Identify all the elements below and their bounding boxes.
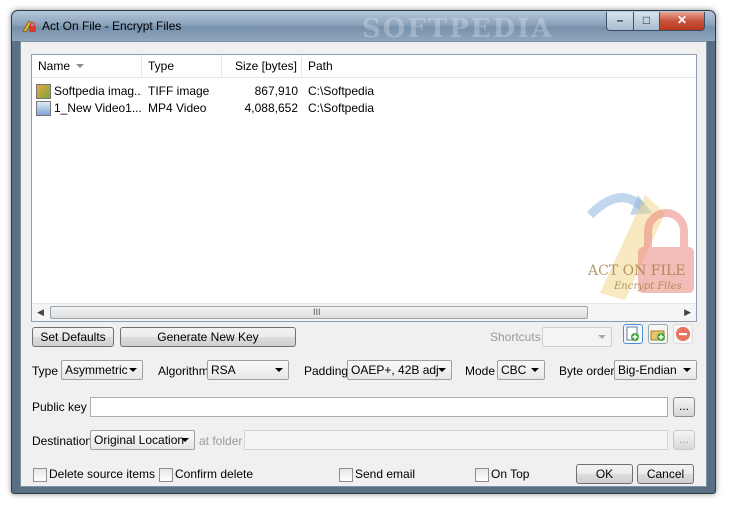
at-folder-label: at folder: [199, 434, 243, 448]
browse-folder-button[interactable]: ...: [673, 430, 695, 450]
shortcuts-label: Shortcuts: [490, 330, 541, 344]
algorithm-label: Algorithm: [158, 364, 209, 378]
add-folder-button[interactable]: [648, 324, 668, 344]
remove-button[interactable]: [673, 324, 693, 344]
chevron-down-icon: [438, 368, 446, 372]
add-files-icon: [626, 326, 639, 341]
file-list[interactable]: Name Type Size [bytes] Path Softpedia im…: [31, 54, 697, 322]
shortcuts-combo[interactable]: [542, 327, 612, 347]
scroll-right-icon[interactable]: ▶: [684, 307, 691, 318]
byte-order-select[interactable]: Big-Endian: [614, 360, 697, 380]
logo-subtitle: Encrypt Files: [613, 281, 682, 292]
close-icon: ✕: [676, 13, 688, 27]
generate-new-key-button[interactable]: Generate New Key: [120, 327, 296, 347]
checkbox-label: Confirm delete: [175, 467, 254, 481]
table-row[interactable]: 1_New Video1.... MP4 Video 4,088,652 C:\…: [32, 100, 696, 117]
add-folder-icon: [650, 330, 665, 341]
mode-value: CBC: [501, 363, 527, 377]
app-window: Act On File - Encrypt Files SOFTPEDIA – …: [11, 10, 716, 494]
column-label: Name: [38, 59, 71, 73]
checkbox-label: Send email: [355, 467, 416, 481]
video-file-icon: [36, 101, 51, 116]
chevron-down-icon: [531, 368, 539, 372]
cell-type: MP4 Video: [148, 101, 207, 115]
padding-value: OAEP+, 42B adj: [351, 363, 439, 377]
cell-type: TIFF image: [148, 84, 210, 98]
cell-name: 1_New Video1....: [54, 101, 142, 115]
add-files-button[interactable]: [623, 324, 643, 344]
column-header-type[interactable]: Type: [142, 55, 222, 77]
type-select[interactable]: Asymmetric: [61, 360, 143, 380]
type-label: Type: [32, 364, 59, 378]
checkbox-box[interactable]: [33, 468, 47, 482]
cell-size: 4,088,652: [244, 101, 298, 115]
padding-label: Padding: [304, 364, 349, 378]
table-row[interactable]: Softpedia imag... TIFF image 867,910 C:\…: [32, 83, 696, 100]
cancel-button[interactable]: Cancel: [637, 464, 694, 484]
chevron-down-icon: [598, 335, 606, 339]
checkbox-box[interactable]: [475, 468, 489, 482]
algorithm-value: RSA: [211, 363, 236, 377]
folder-input[interactable]: [244, 430, 668, 450]
cell-path: C:\Softpedia: [308, 101, 375, 115]
mode-select[interactable]: CBC: [497, 360, 545, 380]
horizontal-scrollbar[interactable]: ◀ III ▶: [32, 303, 696, 321]
byte-order-value: Big-Endian: [618, 363, 677, 377]
chevron-down-icon: [181, 438, 189, 442]
browse-key-button[interactable]: ...: [673, 397, 695, 417]
maximize-button[interactable]: □: [633, 12, 660, 31]
algorithm-select[interactable]: RSA: [207, 360, 289, 380]
tiff-file-icon: [36, 84, 51, 99]
destination-value: Original Location: [94, 433, 185, 447]
ok-button[interactable]: OK: [576, 464, 633, 484]
chevron-down-icon: [683, 368, 691, 372]
minimize-icon: –: [616, 13, 624, 27]
dialog-body: Name Type Size [bytes] Path Softpedia im…: [20, 41, 707, 487]
checkbox-box[interactable]: [159, 468, 173, 482]
scroll-left-icon[interactable]: ◀: [37, 307, 44, 318]
close-button[interactable]: ✕: [659, 12, 705, 31]
chevron-down-icon: [275, 368, 283, 372]
app-icon[interactable]: [21, 18, 37, 34]
act-on-file-logo: ACT ON FILE Encrypt Files: [586, 193, 694, 300]
logo-title: ACT ON FILE: [587, 263, 686, 279]
cell-path: C:\Softpedia: [308, 84, 375, 98]
chevron-down-icon: [129, 368, 137, 372]
padding-select[interactable]: OAEP+, 42B adj: [347, 360, 452, 380]
public-key-label: Public key: [32, 400, 87, 414]
list-header: Name Type Size [bytes] Path: [32, 55, 696, 78]
scroll-thumb[interactable]: III: [50, 306, 588, 319]
column-header-size[interactable]: Size [bytes]: [222, 55, 302, 77]
column-header-path[interactable]: Path: [302, 55, 696, 77]
window-title: Act On File - Encrypt Files: [42, 19, 182, 33]
remove-icon: [676, 327, 690, 341]
cell-name: Softpedia imag...: [54, 84, 142, 98]
checkbox-label: Delete source items: [49, 467, 156, 481]
mode-label: Mode: [465, 364, 496, 378]
minimize-button[interactable]: –: [606, 12, 634, 31]
public-key-input[interactable]: [90, 397, 668, 417]
destination-select[interactable]: Original Location: [90, 430, 195, 450]
checkbox-label: On Top: [491, 467, 530, 481]
maximize-icon: □: [642, 13, 651, 27]
byte-order-label: Byte order: [559, 364, 615, 378]
sort-down-icon: [76, 64, 84, 68]
column-header-name[interactable]: Name: [32, 55, 142, 77]
title-bar[interactable]: Act On File - Encrypt Files SOFTPEDIA – …: [12, 11, 715, 44]
cell-size: 867,910: [254, 84, 298, 98]
destination-label: Destination: [32, 434, 93, 448]
type-value: Asymmetric: [65, 363, 128, 377]
watermark: SOFTPEDIA: [362, 14, 554, 44]
checkbox-box[interactable]: [339, 468, 353, 482]
set-defaults-button[interactable]: Set Defaults: [32, 327, 114, 347]
scroll-grip: III: [313, 307, 321, 317]
